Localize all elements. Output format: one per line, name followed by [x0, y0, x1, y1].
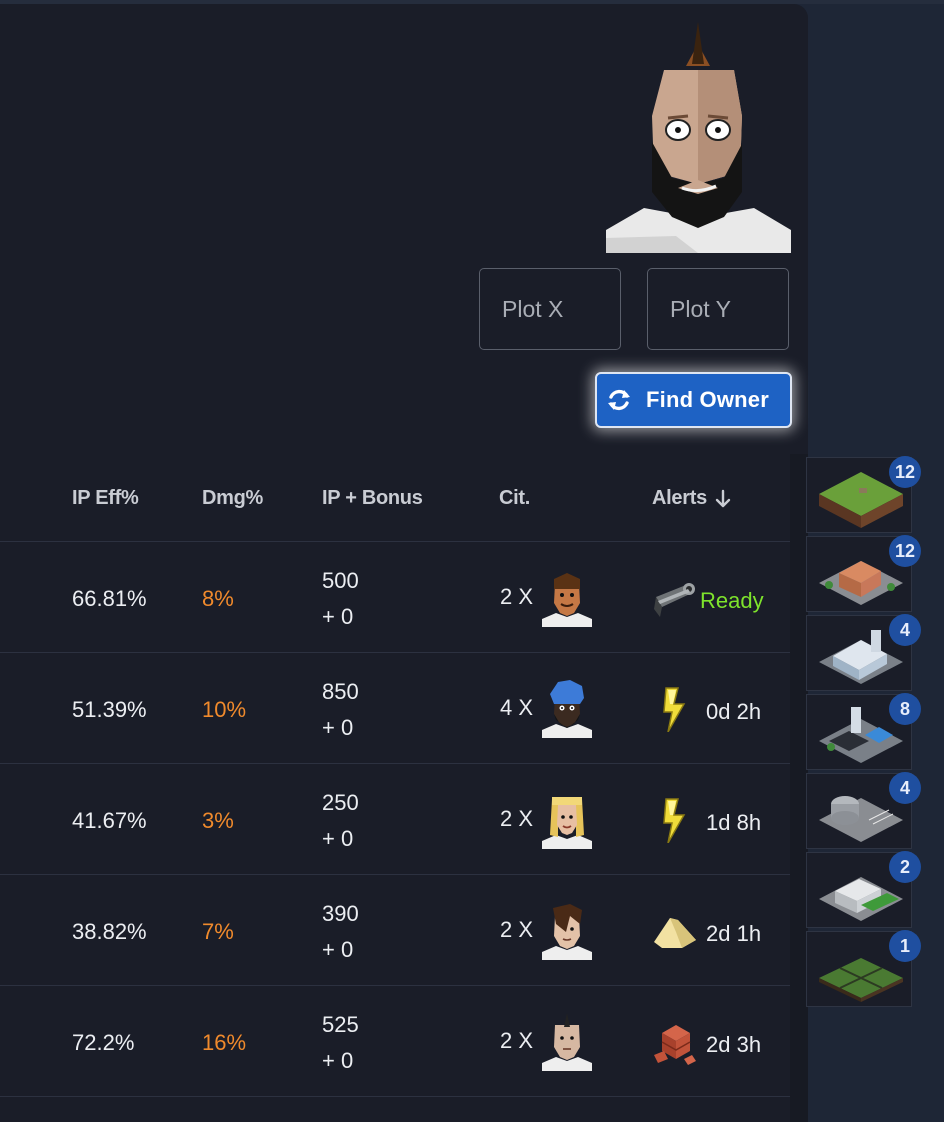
lightning-bolt-icon: [663, 687, 686, 732]
citizen-brown-hair-avatar-icon: [542, 904, 592, 960]
count-badge: 1: [889, 930, 921, 962]
header-alerts[interactable]: Alerts: [652, 487, 731, 510]
side-item-factory[interactable]: 8: [806, 693, 921, 770]
find-owner-label: Find Owner: [646, 387, 769, 412]
table-row[interactable]: 38.82% 7% 390 + 0 2 X 2d 1h: [0, 875, 790, 986]
dmg-value: 8%: [202, 586, 234, 611]
dmg-value: 10%: [202, 697, 247, 722]
header-ip-eff[interactable]: IP Eff%: [72, 487, 139, 510]
lightning-bolt-icon: [663, 798, 686, 843]
header-ip-bonus[interactable]: IP + Bonus: [322, 487, 423, 510]
citizen-blue-hair-avatar-icon: [542, 680, 592, 738]
count-badge: 4: [889, 614, 921, 646]
count-badge: 2: [889, 851, 921, 883]
citizen-count: 4 X: [500, 695, 534, 720]
plot-x-input[interactable]: [479, 268, 621, 350]
citizen-count: 2 X: [500, 917, 534, 942]
side-item-industrial[interactable]: 4: [806, 614, 921, 691]
pipe-icon: [654, 583, 695, 617]
bonus-value: + 0: [322, 1048, 354, 1073]
ip-value: 525: [322, 1012, 359, 1037]
table-row[interactable]: 41.67% 3% 250 + 0 2 X 1d 8h: [0, 764, 790, 875]
header-dmg[interactable]: Dmg%: [202, 487, 263, 510]
ip-value: 850: [322, 679, 359, 704]
dmg-value: 16%: [202, 1030, 247, 1055]
side-item-parking[interactable]: 4: [806, 772, 921, 849]
header-cit[interactable]: Cit.: [499, 487, 530, 510]
bonus-value: + 0: [322, 715, 354, 740]
count-badge: 12: [889, 535, 921, 567]
find-owner-button[interactable]: Find Owner: [595, 372, 792, 428]
side-item-modern-house[interactable]: 2: [806, 851, 921, 928]
ip-value: 250: [322, 790, 359, 815]
count-badge: 8: [889, 693, 921, 725]
bonus-value: + 0: [322, 937, 354, 962]
dmg-value: 3%: [202, 808, 234, 833]
alert-status: 2d 3h: [706, 1032, 762, 1057]
row-divider: [0, 1096, 790, 1097]
ip-eff-value: 51.39%: [72, 697, 147, 722]
page: Find Owner IP Eff% Dmg% IP + Bonus Cit. …: [0, 0, 944, 1122]
table-row[interactable]: 66.81% 8% 500 + 0 2 X Ready: [0, 542, 790, 653]
dmg-value: 7%: [202, 919, 234, 944]
count-badge: 12: [889, 456, 921, 488]
bonus-value: + 0: [322, 604, 354, 629]
side-item-grass-land[interactable]: 12: [806, 456, 921, 533]
citizen-mohawk-avatar-icon: [542, 1013, 592, 1071]
citizen-brown-hair-avatar-icon: [542, 573, 592, 627]
arrow-down-icon: [715, 489, 731, 507]
sand-pile-icon: [654, 918, 696, 948]
bricks-icon: [654, 1025, 696, 1065]
sync-icon: [608, 389, 630, 411]
ip-value: 390: [322, 901, 359, 926]
header-alerts-label: Alerts: [652, 487, 707, 509]
side-item-farmland[interactable]: 1: [806, 930, 921, 1007]
owner-avatar: [606, 22, 791, 253]
alert-status: Ready: [700, 588, 764, 613]
side-item-residential[interactable]: 12: [806, 535, 921, 612]
citizen-count: 2 X: [500, 1028, 534, 1053]
citizen-count: 2 X: [500, 806, 534, 831]
count-badge: 4: [889, 772, 921, 804]
alert-status: 0d 2h: [706, 699, 762, 724]
table-row[interactable]: 72.2% 16% 525 + 0 2 X 2d 3h: [0, 986, 790, 1097]
table-row[interactable]: 51.39% 10% 850 + 0 4 X 0d 2h: [0, 653, 790, 764]
citizen-blonde-avatar-icon: [542, 797, 592, 849]
alert-status: 1d 8h: [706, 810, 762, 835]
ip-value: 500: [322, 568, 359, 593]
ip-eff-value: 41.67%: [72, 808, 147, 833]
plot-y-input[interactable]: [647, 268, 789, 350]
citizen-count: 2 X: [500, 584, 534, 609]
ip-eff-value: 38.82%: [72, 919, 147, 944]
ip-eff-value: 72.2%: [72, 1030, 135, 1055]
alert-status: 2d 1h: [706, 921, 762, 946]
ip-eff-value: 66.81%: [72, 586, 147, 611]
bonus-value: + 0: [322, 826, 354, 851]
